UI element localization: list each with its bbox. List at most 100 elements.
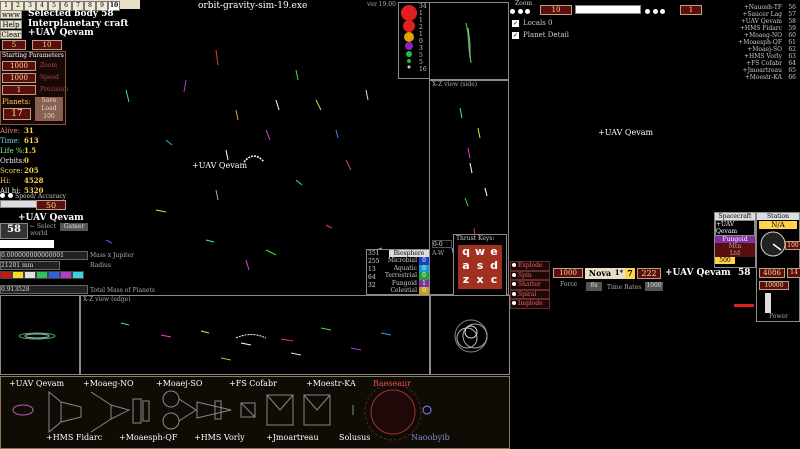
radio-icon[interactable] [512, 263, 516, 267]
thrust-key-z[interactable]: z [460, 274, 472, 286]
thrust-key-q[interactable]: q [460, 246, 472, 258]
actions-list[interactable]: Explode Spin Shatter Spiral Implode [510, 261, 550, 309]
spacecraft-value[interactable]: 500 [715, 257, 735, 264]
ship-list-item[interactable]: +Moaeg-NO 60 [700, 32, 796, 39]
action-shatter[interactable]: Shatter [510, 280, 550, 290]
ship-list-item[interactable]: +Moaesph-QF 61 [700, 39, 796, 46]
ship-list-item[interactable]: +HMS Fidarc 59 [700, 25, 796, 32]
time-rate-left[interactable]: 8x [586, 282, 602, 291]
fleet-label[interactable]: +UAV Qevam [9, 379, 64, 388]
toggle-icon-1[interactable] [0, 193, 5, 198]
hundred-button[interactable]: 100 [35, 113, 63, 121]
planets-value[interactable]: 17 [3, 108, 31, 120]
zoom-label: Zoom [515, 0, 533, 7]
thrust-key-x[interactable]: x [474, 274, 486, 286]
fleet-label[interactable]: +Jmoartreau [266, 433, 319, 442]
station-low-value[interactable]: 10000 [759, 281, 789, 290]
station-slider[interactable] [765, 293, 771, 313]
thrust-key-s[interactable]: s [474, 260, 486, 272]
radio-icon[interactable] [512, 291, 516, 296]
radio-icon[interactable] [512, 272, 516, 277]
ship-list-item[interactable]: +Nauosh-TF 56 [700, 4, 796, 11]
ship-list-item[interactable]: +Moestr-KA 66 [700, 74, 796, 81]
ship-list-item[interactable]: +HMS Vorly 63 [700, 53, 796, 60]
speed-toggle-group[interactable] [645, 7, 666, 16]
main-orbit-view[interactable]: +UAV Qevam [66, 10, 396, 295]
mini-view-left[interactable] [0, 295, 80, 375]
thrust-key-c[interactable]: c [488, 274, 500, 286]
thrust-key-e[interactable]: e [488, 246, 500, 258]
locals-checkbox[interactable]: ✓ [512, 20, 519, 27]
selector-left-value[interactable]: 5 [2, 40, 26, 50]
speed-value[interactable]: 1 [680, 5, 702, 15]
radio-icon[interactable] [512, 301, 516, 305]
ship-list-item[interactable]: +Moaej-SO 62 [700, 46, 796, 53]
color-swatch[interactable] [12, 271, 24, 279]
thrust-key-d[interactable]: d [488, 260, 500, 272]
speed-accuracy-value[interactable]: 50 [36, 200, 66, 210]
selector-right-value[interactable]: 10 [32, 40, 62, 50]
station-top-value[interactable]: 100 [785, 241, 800, 250]
fleet-label[interactable]: +Moaeg-NO [83, 379, 134, 388]
clear-button[interactable]: Clear [0, 30, 22, 39]
param-value[interactable]: 1000 [2, 61, 36, 71]
fleet-label[interactable]: +Moaej-SO [156, 379, 202, 388]
radio-icon[interactable] [512, 282, 516, 286]
fleet-label[interactable]: +Moestr-KA [306, 379, 356, 388]
spacecraft-current[interactable]: +UAV Qevam [715, 220, 755, 236]
param-value[interactable]: 1 [2, 85, 36, 95]
save-button[interactable]: Save [35, 97, 63, 105]
spacecraft-row3[interactable]: Mtn [715, 243, 755, 250]
action-explode[interactable]: Explode [510, 261, 550, 271]
fleet-label[interactable]: Baeseaur [373, 379, 411, 388]
station-mid-value[interactable]: 4086 [759, 268, 785, 278]
force-value[interactable]: 1000 [553, 268, 583, 278]
fleet-label[interactable]: +FS Cofabr [229, 379, 277, 388]
load-button[interactable]: Load [35, 105, 63, 113]
fleet-label[interactable]: Naoobyib [411, 433, 450, 442]
body-input[interactable] [0, 240, 54, 248]
spacecraft-type[interactable]: Fungoid [715, 236, 755, 243]
time-rate-right[interactable]: 1000 [645, 282, 663, 291]
ship-list-item[interactable]: +UAV Qevam 58 [700, 18, 796, 25]
ship-list-item[interactable]: +Jmoartreau 65 [700, 67, 796, 74]
mini-view-top[interactable] [429, 2, 509, 80]
big-number-value[interactable]: 222 [637, 268, 661, 279]
station-panel: Station N/A 100 4086 14 10000 Power [756, 212, 800, 322]
stat-label: Alive: [0, 127, 20, 135]
seven-value[interactable]: 7 [625, 268, 635, 279]
color-swatch[interactable] [0, 271, 12, 279]
thrust-key-a[interactable]: a [460, 260, 472, 272]
one-star-button[interactable]: 1* [613, 268, 625, 279]
param-value[interactable]: 1000 [2, 73, 36, 83]
color-swatch[interactable] [24, 271, 36, 279]
toggle-icon-2[interactable] [7, 193, 13, 198]
color-swatch[interactable] [48, 271, 60, 279]
fleet-label[interactable]: +HMS Fidarc [46, 433, 102, 442]
nova-button[interactable]: Nova [585, 268, 615, 279]
fleet-label[interactable]: +Moaesph-QF [119, 433, 177, 442]
color-swatch[interactable] [36, 271, 48, 279]
www-button[interactable]: www [0, 10, 22, 19]
fleet-label[interactable]: Solusus [339, 433, 370, 442]
planet-detail-checkbox[interactable]: ✓ [512, 32, 519, 39]
station-right-value[interactable]: 14 [787, 268, 800, 278]
thrust-key-w[interactable]: w [474, 246, 486, 258]
action-spin[interactable]: Spin [510, 270, 550, 280]
action-spiral[interactable]: Spiral [510, 289, 550, 299]
mini-view-circles[interactable] [430, 295, 510, 375]
zoom-slider[interactable] [575, 5, 641, 14]
ship-list-num: 58 [788, 18, 796, 25]
ship-list-item[interactable]: +Saucer Lag 57 [700, 11, 796, 18]
spacecraft-row4[interactable]: Ltd [715, 250, 755, 257]
zoom-toggle-group[interactable] [510, 7, 531, 16]
zoom-value[interactable]: 10 [540, 5, 572, 15]
ship-list-item[interactable]: +FS Cofabr 64 [700, 60, 796, 67]
biosphere-dropdown[interactable]: 0-0 [432, 240, 452, 248]
stats-block: Alive: 31 Time: 613 Life %:1.5 Orbits:0 Score:… [0, 126, 60, 196]
action-implode[interactable]: Implode [510, 299, 550, 309]
help-button[interactable]: Help [0, 20, 22, 29]
fleet-label[interactable]: +HMS Vorly [194, 433, 245, 442]
xz-edge-view[interactable]: X-Z view (edge) [80, 295, 430, 375]
ship-list[interactable]: +Nauosh-TF 56 +Saucer Lag 57 +UAV Qevam 58 +HM… [700, 4, 796, 81]
